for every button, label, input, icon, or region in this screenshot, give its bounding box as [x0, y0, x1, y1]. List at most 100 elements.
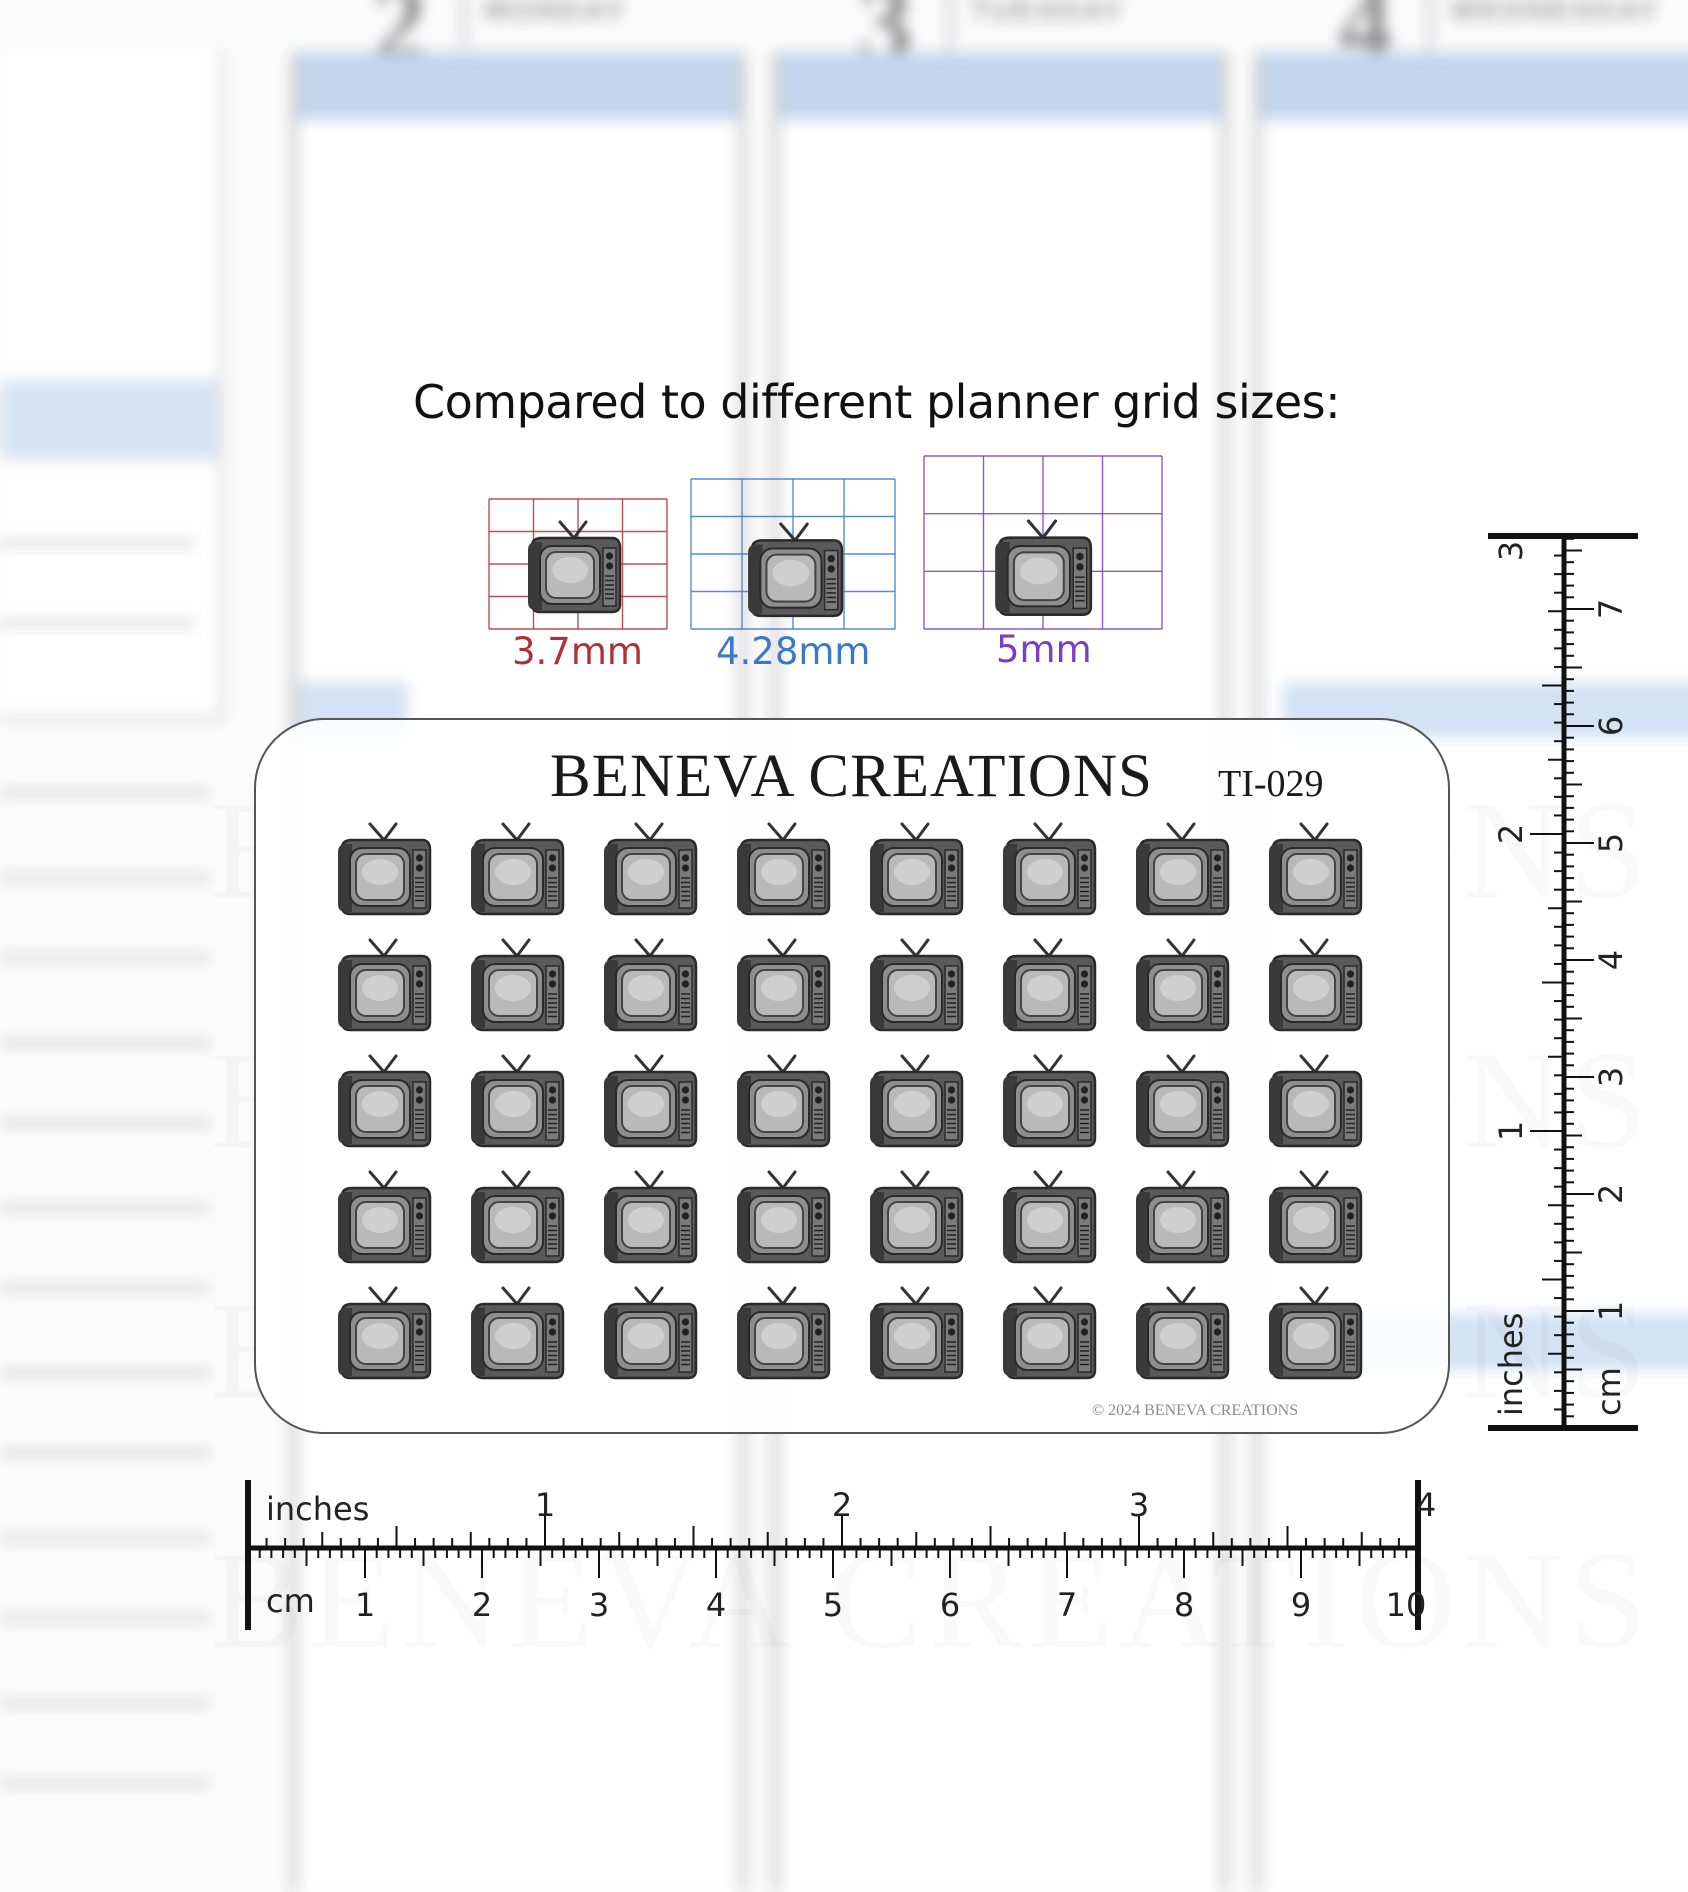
cm-label: 8: [1174, 1586, 1194, 1624]
sticker-sheet: BENEVA CREATIONS TI-029 © 2024 BENEVA CR…: [254, 718, 1450, 1434]
retro-tv-icon: [870, 1170, 964, 1264]
sticker: [334, 938, 434, 1038]
inch-label: 2: [1492, 824, 1530, 844]
sticker: [600, 938, 700, 1038]
retro-tv-icon: [1003, 938, 1097, 1032]
ruler-unit-inches: inches: [1492, 1313, 1530, 1416]
left-strip: [0, 380, 218, 460]
cm-label: 5: [1592, 833, 1630, 853]
cm-label: 7: [1592, 599, 1630, 619]
retro-tv-icon: [1003, 1170, 1097, 1264]
sticker: [467, 822, 567, 922]
cm-label: 7: [1057, 1586, 1077, 1624]
sticker: [1265, 1054, 1365, 1154]
horizontal-ruler: inches cm 1 2 3 4 1 2 3 4 5 6 7 8 9 10: [245, 1480, 1436, 1630]
cm-label: 1: [1592, 1301, 1630, 1321]
retro-tv-icon: [748, 522, 844, 618]
inch-label: 2: [832, 1486, 852, 1524]
retro-tv-icon: [1269, 1054, 1363, 1148]
column-header-band: [780, 52, 1220, 120]
cm-label: 4: [706, 1586, 726, 1624]
retro-tv-icon: [737, 1286, 831, 1380]
retro-tv-icon: [338, 1170, 432, 1264]
sticker: [866, 1054, 966, 1154]
sticker: [600, 1054, 700, 1154]
sticker: [1265, 1286, 1365, 1386]
sticker: [1265, 1170, 1365, 1270]
retro-tv-icon: [870, 822, 964, 916]
retro-tv-icon: [1269, 822, 1363, 916]
retro-tv-icon: [338, 822, 432, 916]
retro-tv-icon: [1269, 1286, 1363, 1380]
retro-tv-icon: [1136, 938, 1230, 1032]
retro-tv-icon: [737, 938, 831, 1032]
sticker: [866, 938, 966, 1038]
retro-tv-icon: [604, 1054, 698, 1148]
retro-tv-icon: [737, 822, 831, 916]
retro-tv-icon: [995, 519, 1093, 616]
grid-label-3-7mm: 3.7mm: [512, 630, 643, 673]
sticker: [999, 1286, 1099, 1386]
cm-label: 9: [1291, 1586, 1311, 1624]
sticker: [866, 822, 966, 922]
retro-tv-icon: [737, 1170, 831, 1264]
retro-tv-icon: [737, 1054, 831, 1148]
day-name: MONDAY: [484, 0, 627, 27]
brand-name: BENEVA CREATIONS: [550, 743, 1153, 810]
retro-tv-icon: [1003, 822, 1097, 916]
sticker-grid: [334, 822, 1374, 1382]
sticker: [467, 1286, 567, 1386]
day-name: TUESDAY: [970, 0, 1125, 27]
retro-tv-icon: [338, 1286, 432, 1380]
grid-3-7mm: [488, 498, 668, 630]
sticker: [1265, 822, 1365, 922]
retro-tv-icon: [870, 938, 964, 1032]
sticker: [999, 938, 1099, 1038]
cm-label: 10: [1386, 1586, 1427, 1624]
cm-label: 5: [823, 1586, 843, 1624]
retro-tv-icon: [1136, 1170, 1230, 1264]
day-separator: [1428, 0, 1432, 50]
retro-tv-icon: [870, 1054, 964, 1148]
cm-label: 3: [1592, 1067, 1630, 1087]
day-name: WEDNESDAY: [1450, 0, 1661, 27]
retro-tv-icon: [471, 1286, 565, 1380]
sticker: [1265, 938, 1365, 1038]
retro-tv-icon: [604, 1170, 698, 1264]
sticker: [467, 938, 567, 1038]
sticker: [1132, 1286, 1232, 1386]
retro-tv-icon: [338, 1054, 432, 1148]
vertical-ruler: inches cm 1 2 3 1 2 3 4 5 6 7: [1488, 533, 1638, 1431]
retro-tv-icon: [1136, 822, 1230, 916]
retro-tv-icon: [604, 1286, 698, 1380]
sticker: [866, 1286, 966, 1386]
retro-tv-icon: [471, 938, 565, 1032]
sticker: [999, 822, 1099, 922]
inch-label: 3: [1129, 1486, 1149, 1524]
sticker: [733, 938, 833, 1038]
product-code: TI-029: [1218, 763, 1324, 805]
sticker: [733, 1054, 833, 1154]
sticker: [999, 1054, 1099, 1154]
ruler-unit-cm: cm: [266, 1582, 315, 1620]
retro-tv-icon: [471, 1170, 565, 1264]
column-header-band: [1262, 52, 1688, 120]
inch-label: 3: [1492, 541, 1530, 561]
retro-tv-icon: [471, 822, 565, 916]
grid-label-5mm: 5mm: [996, 628, 1092, 671]
sticker: [467, 1170, 567, 1270]
sticker: [733, 822, 833, 922]
sticker: [733, 1170, 833, 1270]
retro-tv-icon: [471, 1054, 565, 1148]
sticker: [334, 1054, 434, 1154]
retro-tv-icon: [338, 938, 432, 1032]
cm-label: 6: [940, 1586, 960, 1624]
retro-tv-icon: [528, 520, 622, 614]
grid-label-4-28mm: 4.28mm: [716, 630, 871, 673]
copyright: © 2024 BENEVA CREATIONS: [1092, 1402, 1299, 1419]
cm-label: 6: [1592, 716, 1630, 736]
sticker: [334, 1170, 434, 1270]
retro-tv-icon: [1269, 1170, 1363, 1264]
retro-tv-icon: [870, 1286, 964, 1380]
retro-tv-icon: [1003, 1286, 1097, 1380]
